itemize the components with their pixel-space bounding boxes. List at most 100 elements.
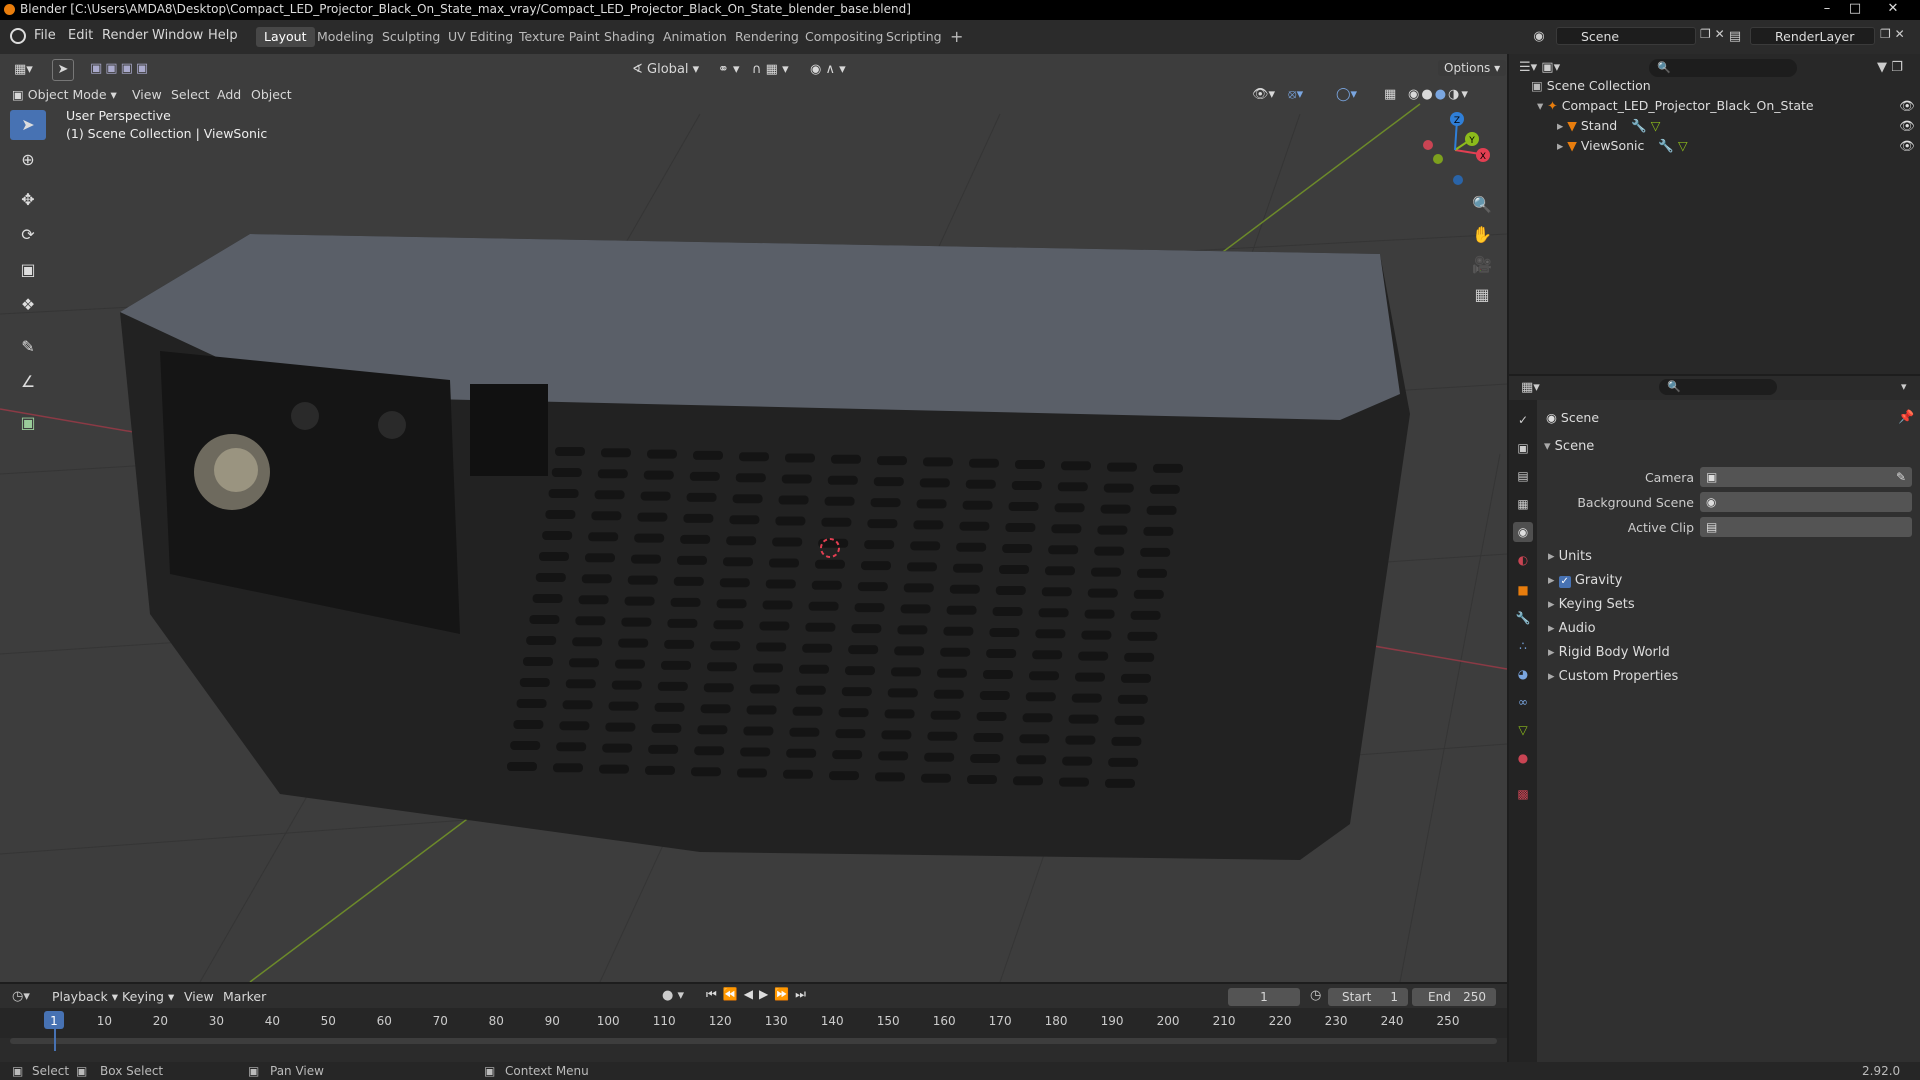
- scale-tool-icon[interactable]: ▣: [10, 255, 46, 285]
- outliner-editor-icon[interactable]: ☰▾ ▣▾: [1519, 60, 1560, 75]
- data-tab-icon[interactable]: ▽: [1513, 720, 1533, 740]
- background-scene-field[interactable]: ◉: [1700, 492, 1912, 512]
- tab-animation[interactable]: Animation: [655, 27, 735, 47]
- expand-arrow-icon[interactable]: ▾: [1537, 98, 1543, 113]
- selection-mode-icons[interactable]: ▣▣▣▣: [90, 61, 151, 76]
- units-panel[interactable]: ▸ Units: [1548, 549, 1592, 564]
- output-tab-icon[interactable]: ▤: [1513, 466, 1533, 486]
- visibility-eye-icon[interactable]: 👁: [1899, 136, 1915, 156]
- pan-hand-icon[interactable]: ✋: [1467, 222, 1497, 248]
- add-cube-tool-icon[interactable]: ▣: [10, 408, 46, 438]
- tab-scripting[interactable]: Scripting: [878, 27, 950, 47]
- outliner-row-projector[interactable]: ▾ ✦ Compact_LED_Projector_Black_On_State…: [1509, 96, 1920, 116]
- 3d-viewport[interactable]: [0, 54, 1507, 982]
- keying-sets-panel[interactable]: ▸ Keying Sets: [1548, 597, 1635, 612]
- tab-layout[interactable]: Layout: [256, 27, 315, 47]
- navigation-gizmo[interactable]: X Y Z: [1410, 108, 1500, 193]
- menu-edit[interactable]: Edit: [68, 28, 93, 43]
- blender-menu-icon[interactable]: [10, 28, 26, 44]
- menu-help[interactable]: Help: [208, 28, 238, 43]
- current-frame-field[interactable]: 1: [1228, 988, 1300, 1006]
- visibility-eye-icon[interactable]: 👁: [1899, 116, 1915, 136]
- timeline-menu-view[interactable]: View: [184, 989, 214, 1004]
- camera-field[interactable]: ▣ ✎: [1700, 467, 1912, 487]
- pin-icon[interactable]: 📌: [1898, 410, 1914, 425]
- shading-mode-icons[interactable]: ◉●●◑▾: [1408, 87, 1470, 102]
- proportional-edit-icon[interactable]: ◉ ∧ ▾: [810, 62, 846, 77]
- overlay-toggle-icon[interactable]: ◯▾: [1336, 87, 1357, 102]
- tab-texture-paint[interactable]: Texture Paint: [511, 27, 608, 47]
- end-frame-field[interactable]: End 250: [1412, 988, 1496, 1006]
- visibility-icon[interactable]: 👁▾: [1252, 87, 1275, 102]
- scene-panel-header[interactable]: ▾ Scene: [1544, 439, 1594, 454]
- renderlayer-browse-icon[interactable]: ▤: [1724, 27, 1746, 47]
- modifier-tab-icon[interactable]: 🔧: [1513, 608, 1533, 628]
- viewport-menu-select[interactable]: Select: [171, 87, 210, 102]
- material-tab-icon[interactable]: ●: [1513, 748, 1533, 768]
- tab-rendering[interactable]: Rendering: [727, 27, 807, 47]
- expand-arrow-icon[interactable]: ▸: [1557, 118, 1563, 133]
- visibility-eye-icon[interactable]: 👁: [1899, 96, 1915, 116]
- playback-controls[interactable]: ⏮⏪◀▶⏩⏭: [706, 987, 812, 1002]
- properties-editor-icon[interactable]: ▦▾: [1521, 380, 1540, 395]
- gizmo-toggle-icon[interactable]: ⦻▾: [1288, 87, 1303, 102]
- pivot-point-icon[interactable]: ⚭ ▾: [718, 62, 740, 77]
- maximize-icon[interactable]: □: [1842, 0, 1868, 18]
- start-frame-field[interactable]: Start 1: [1328, 988, 1408, 1006]
- timeline-menu-keying[interactable]: Keying ▾: [122, 989, 174, 1004]
- annotate-tool-icon[interactable]: ✎: [10, 332, 46, 362]
- gravity-checkbox[interactable]: ✓: [1558, 576, 1571, 588]
- new-scene-icon[interactable]: ❐ ✕: [1700, 27, 1725, 41]
- ortho-grid-icon[interactable]: ▦: [1467, 282, 1497, 308]
- physics-tab-icon[interactable]: ◕: [1513, 664, 1533, 684]
- properties-search-input[interactable]: 🔍: [1659, 379, 1777, 395]
- menu-render[interactable]: Render: [102, 28, 148, 43]
- xray-icon[interactable]: ▦: [1384, 87, 1396, 102]
- measure-tool-icon[interactable]: ∠: [10, 367, 46, 397]
- rigid-body-world-panel[interactable]: ▸ Rigid Body World: [1548, 645, 1670, 660]
- minimize-icon[interactable]: –: [1814, 0, 1840, 18]
- outliner-row-scene-collection[interactable]: ▣ Scene Collection: [1509, 76, 1920, 96]
- viewport-menu-view[interactable]: View: [132, 87, 162, 102]
- scene-tab-icon[interactable]: ◉: [1513, 522, 1533, 542]
- camera-view-icon[interactable]: 🎥: [1467, 252, 1497, 278]
- transform-orientation-dropdown[interactable]: ∢ Global ▾: [632, 62, 699, 77]
- mode-dropdown[interactable]: ▣ Object Mode ▾: [12, 87, 117, 102]
- auto-keying-icon[interactable]: ● ▾: [662, 988, 684, 1003]
- gravity-panel[interactable]: ▸ ✓ Gravity: [1548, 573, 1622, 588]
- tab-shading[interactable]: Shading: [596, 27, 663, 47]
- world-tab-icon[interactable]: ◐: [1513, 550, 1533, 570]
- editor-type-icon[interactable]: ▦▾: [14, 62, 33, 77]
- rotate-tool-icon[interactable]: ⟳: [10, 220, 46, 250]
- outliner-search-input[interactable]: 🔍: [1649, 59, 1797, 77]
- render-tab-icon[interactable]: ▣: [1513, 438, 1533, 458]
- select-box-tool-icon[interactable]: ➤: [10, 110, 46, 140]
- scene-browse-icon[interactable]: ◉: [1528, 27, 1550, 47]
- transform-tool-icon[interactable]: ❖: [10, 290, 46, 320]
- options-dropdown[interactable]: Options ▾: [1438, 60, 1507, 76]
- particles-tab-icon[interactable]: ∴: [1513, 636, 1533, 656]
- active-clip-field[interactable]: ▤: [1700, 517, 1912, 537]
- cursor-tool-icon[interactable]: ⊕: [10, 145, 46, 175]
- close-icon[interactable]: ✕: [1880, 0, 1906, 18]
- timeline-menu-playback[interactable]: Playback ▾: [52, 989, 118, 1004]
- tab-sculpting[interactable]: Sculpting: [374, 27, 448, 47]
- tab-modeling[interactable]: Modeling: [309, 27, 382, 47]
- custom-properties-panel[interactable]: ▸ Custom Properties: [1548, 669, 1678, 684]
- audio-panel[interactable]: ▸ Audio: [1548, 621, 1596, 636]
- properties-options-icon[interactable]: ▾: [1901, 380, 1907, 393]
- timeline-scrollbar[interactable]: [10, 1038, 1497, 1044]
- tab-uv-editing[interactable]: UV Editing: [440, 27, 521, 47]
- timeline-menu-marker[interactable]: Marker: [223, 989, 266, 1004]
- renderlayer-selector[interactable]: RenderLayer: [1750, 27, 1875, 45]
- texture-tab-icon[interactable]: ▩: [1513, 784, 1533, 804]
- add-workspace-icon[interactable]: +: [942, 27, 971, 47]
- viewport-menu-add[interactable]: Add: [217, 87, 241, 102]
- new-renderlayer-icon[interactable]: ❐ ✕: [1880, 27, 1905, 41]
- preview-range-icon[interactable]: ◷: [1310, 988, 1321, 1003]
- zoom-icon[interactable]: 🔍: [1467, 192, 1497, 218]
- constraints-tab-icon[interactable]: ∞: [1513, 692, 1533, 712]
- outliner-row-stand[interactable]: ▸ ▼ Stand 🔧 ▽ 👁: [1509, 116, 1920, 136]
- tool-tab-icon[interactable]: ✓: [1513, 410, 1533, 430]
- scene-selector[interactable]: Scene: [1556, 27, 1696, 45]
